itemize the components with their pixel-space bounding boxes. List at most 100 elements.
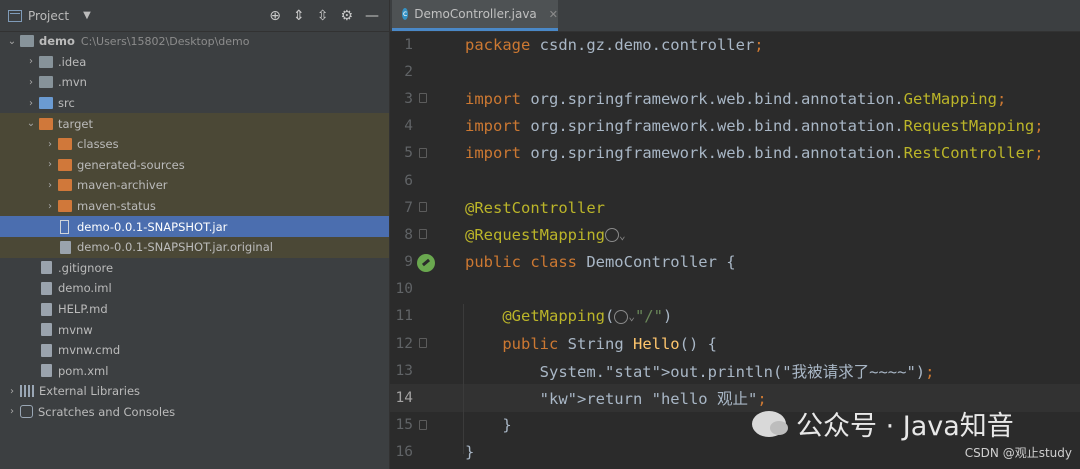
tree-item[interactable]: pom.xml (0, 361, 389, 382)
editor-area: c DemoController.java ✕ 1 package csdn.gz… (390, 0, 1080, 469)
chevron-right-icon[interactable]: › (4, 406, 20, 417)
code-line[interactable]: 5 import org.springframework.web.bind.ann… (390, 140, 1080, 167)
tree-item-label: .mvn (58, 75, 87, 90)
gutter (413, 85, 465, 112)
tree-item[interactable]: .gitignore (0, 258, 389, 279)
gutter (413, 439, 465, 466)
class-icon: c (402, 8, 409, 20)
project-tree: ⌄ demo C:\Users\15802\Desktop\demo › .idea ›.… (0, 31, 389, 422)
tree-item[interactable]: › classes (0, 133, 389, 155)
line-number: 15 (395, 417, 413, 434)
chevron-right-icon[interactable]: › (4, 386, 20, 397)
code-text: } (465, 443, 475, 462)
code-line[interactable]: 12 public String Hello() { (390, 330, 1080, 357)
code-line[interactable]: 6 (390, 167, 1080, 194)
tree-item[interactable]: HELP.md (0, 299, 389, 320)
project-panel-header: Project ▼ ⊕ ⇕ ⇳ ⚙ — (0, 0, 389, 32)
tree-item[interactable]: › .idea (0, 52, 389, 73)
gutter (413, 276, 465, 303)
line-number: 9 (404, 254, 413, 271)
tree-item[interactable]: › generated-sources (0, 154, 389, 176)
globe-icon[interactable] (614, 309, 629, 324)
code-text: package csdn.gz.demo.controller; (465, 35, 764, 54)
folder-icon (20, 35, 34, 48)
tree-item[interactable]: demo-0.0.1-SNAPSHOT.jar.original (0, 236, 389, 258)
tree-item[interactable]: demo-0.0.1-SNAPSHOT.jar (0, 216, 389, 237)
line-number: 10 (395, 281, 413, 298)
excluded-folder-icon (39, 117, 53, 130)
tree-item[interactable]: demo.iml (0, 278, 389, 299)
tree-item[interactable]: › Scratches and Consoles (0, 402, 389, 423)
locate-icon[interactable]: ⊕ (269, 8, 281, 24)
tree-item[interactable]: › .mvn (0, 72, 389, 93)
fold-icon[interactable] (419, 147, 427, 158)
library-icon (20, 385, 34, 398)
spring-bean-icon[interactable] (417, 253, 435, 272)
file-icon (41, 302, 52, 316)
fold-icon[interactable] (419, 93, 427, 104)
code-line[interactable]: 1 package csdn.gz.demo.controller; (390, 31, 1080, 58)
chevron-down-icon[interactable]: ▼ (83, 10, 91, 21)
code-line[interactable]: 3 import org.springframework.web.bind.ann… (390, 85, 1080, 112)
code-line[interactable]: 11 @GetMapping(⌄"/") (390, 303, 1080, 330)
gutter (413, 330, 465, 357)
gutter (413, 249, 465, 276)
tree-item[interactable]: › src (0, 93, 389, 114)
tree-item[interactable]: mvnw (0, 319, 389, 340)
code-line[interactable]: 2 (390, 58, 1080, 85)
code-line[interactable]: 7 @RestController (390, 194, 1080, 221)
minimize-icon[interactable]: — (365, 8, 379, 24)
chevron-down-icon[interactable]: ⌄ (4, 36, 20, 47)
tree-item[interactable]: › maven-status (0, 195, 389, 217)
fold-icon[interactable] (419, 229, 427, 240)
code-line[interactable]: 4 import org.springframework.web.bind.ann… (390, 113, 1080, 140)
code-line[interactable]: 8 @RequestMapping ⌄ (390, 221, 1080, 248)
tree-item-label: classes (77, 137, 119, 152)
chevron-down-icon[interactable]: ⌄ (23, 118, 39, 129)
code-line[interactable]: 13 System."stat">out.println("我被请求了~~~~"… (390, 357, 1080, 384)
chevron-right-icon[interactable]: › (23, 77, 39, 88)
expand-all-icon[interactable]: ⇕ (293, 8, 305, 24)
fold-icon[interactable] (419, 338, 427, 349)
project-title[interactable]: Project (28, 9, 69, 23)
gutter (413, 58, 465, 85)
tree-item-label: src (58, 96, 75, 111)
gutter (413, 412, 465, 439)
fold-icon[interactable] (419, 419, 427, 430)
tree-item[interactable]: › External Libraries (0, 381, 389, 402)
gear-icon[interactable]: ⚙ (340, 8, 353, 24)
file-icon (60, 240, 71, 254)
chevron-right-icon[interactable]: › (42, 139, 58, 150)
tree-item[interactable]: mvnw.cmd (0, 340, 389, 361)
chevron-down-icon[interactable]: ⌄ (619, 229, 626, 242)
tab-democontroller[interactable]: c DemoController.java ✕ (392, 0, 558, 31)
collapse-all-icon[interactable]: ⇳ (317, 8, 329, 24)
source-folder-icon (39, 97, 53, 110)
code-text: public class DemoController { (465, 253, 736, 272)
gutter (413, 167, 465, 194)
tree-item[interactable]: ⌄ target (0, 113, 389, 134)
watermark-text: 公众号 · Java知音 (796, 411, 1014, 442)
chevron-down-icon[interactable]: ⌄ (628, 310, 635, 323)
watermark-small: CSDN @观止study (964, 446, 1072, 460)
wechat-icon (752, 410, 788, 437)
line-number: 4 (404, 118, 413, 135)
chevron-right-icon[interactable]: › (42, 201, 58, 212)
chevron-right-icon[interactable]: › (23, 98, 39, 109)
line-number: 6 (404, 172, 413, 189)
chevron-right-icon[interactable]: › (23, 56, 39, 67)
code-editor[interactable]: 1 package csdn.gz.demo.controller; 2 3 impor… (390, 31, 1080, 466)
tree-item[interactable]: › maven-archiver (0, 175, 389, 196)
chevron-right-icon[interactable]: › (42, 180, 58, 191)
tree-item[interactable]: ⌄ demo C:\Users\15802\Desktop\demo (0, 31, 389, 52)
code-text: @RestController (465, 198, 605, 217)
code-line[interactable]: 10 (390, 276, 1080, 303)
file-icon (41, 323, 52, 337)
fold-icon[interactable] (419, 202, 427, 213)
close-icon[interactable]: ✕ (549, 8, 558, 21)
chevron-right-icon[interactable]: › (42, 159, 58, 170)
gutter (413, 221, 465, 248)
globe-icon[interactable] (604, 228, 619, 243)
code-line[interactable]: 9 public class DemoController { (390, 249, 1080, 276)
tree-item-label: .gitignore (58, 260, 114, 275)
